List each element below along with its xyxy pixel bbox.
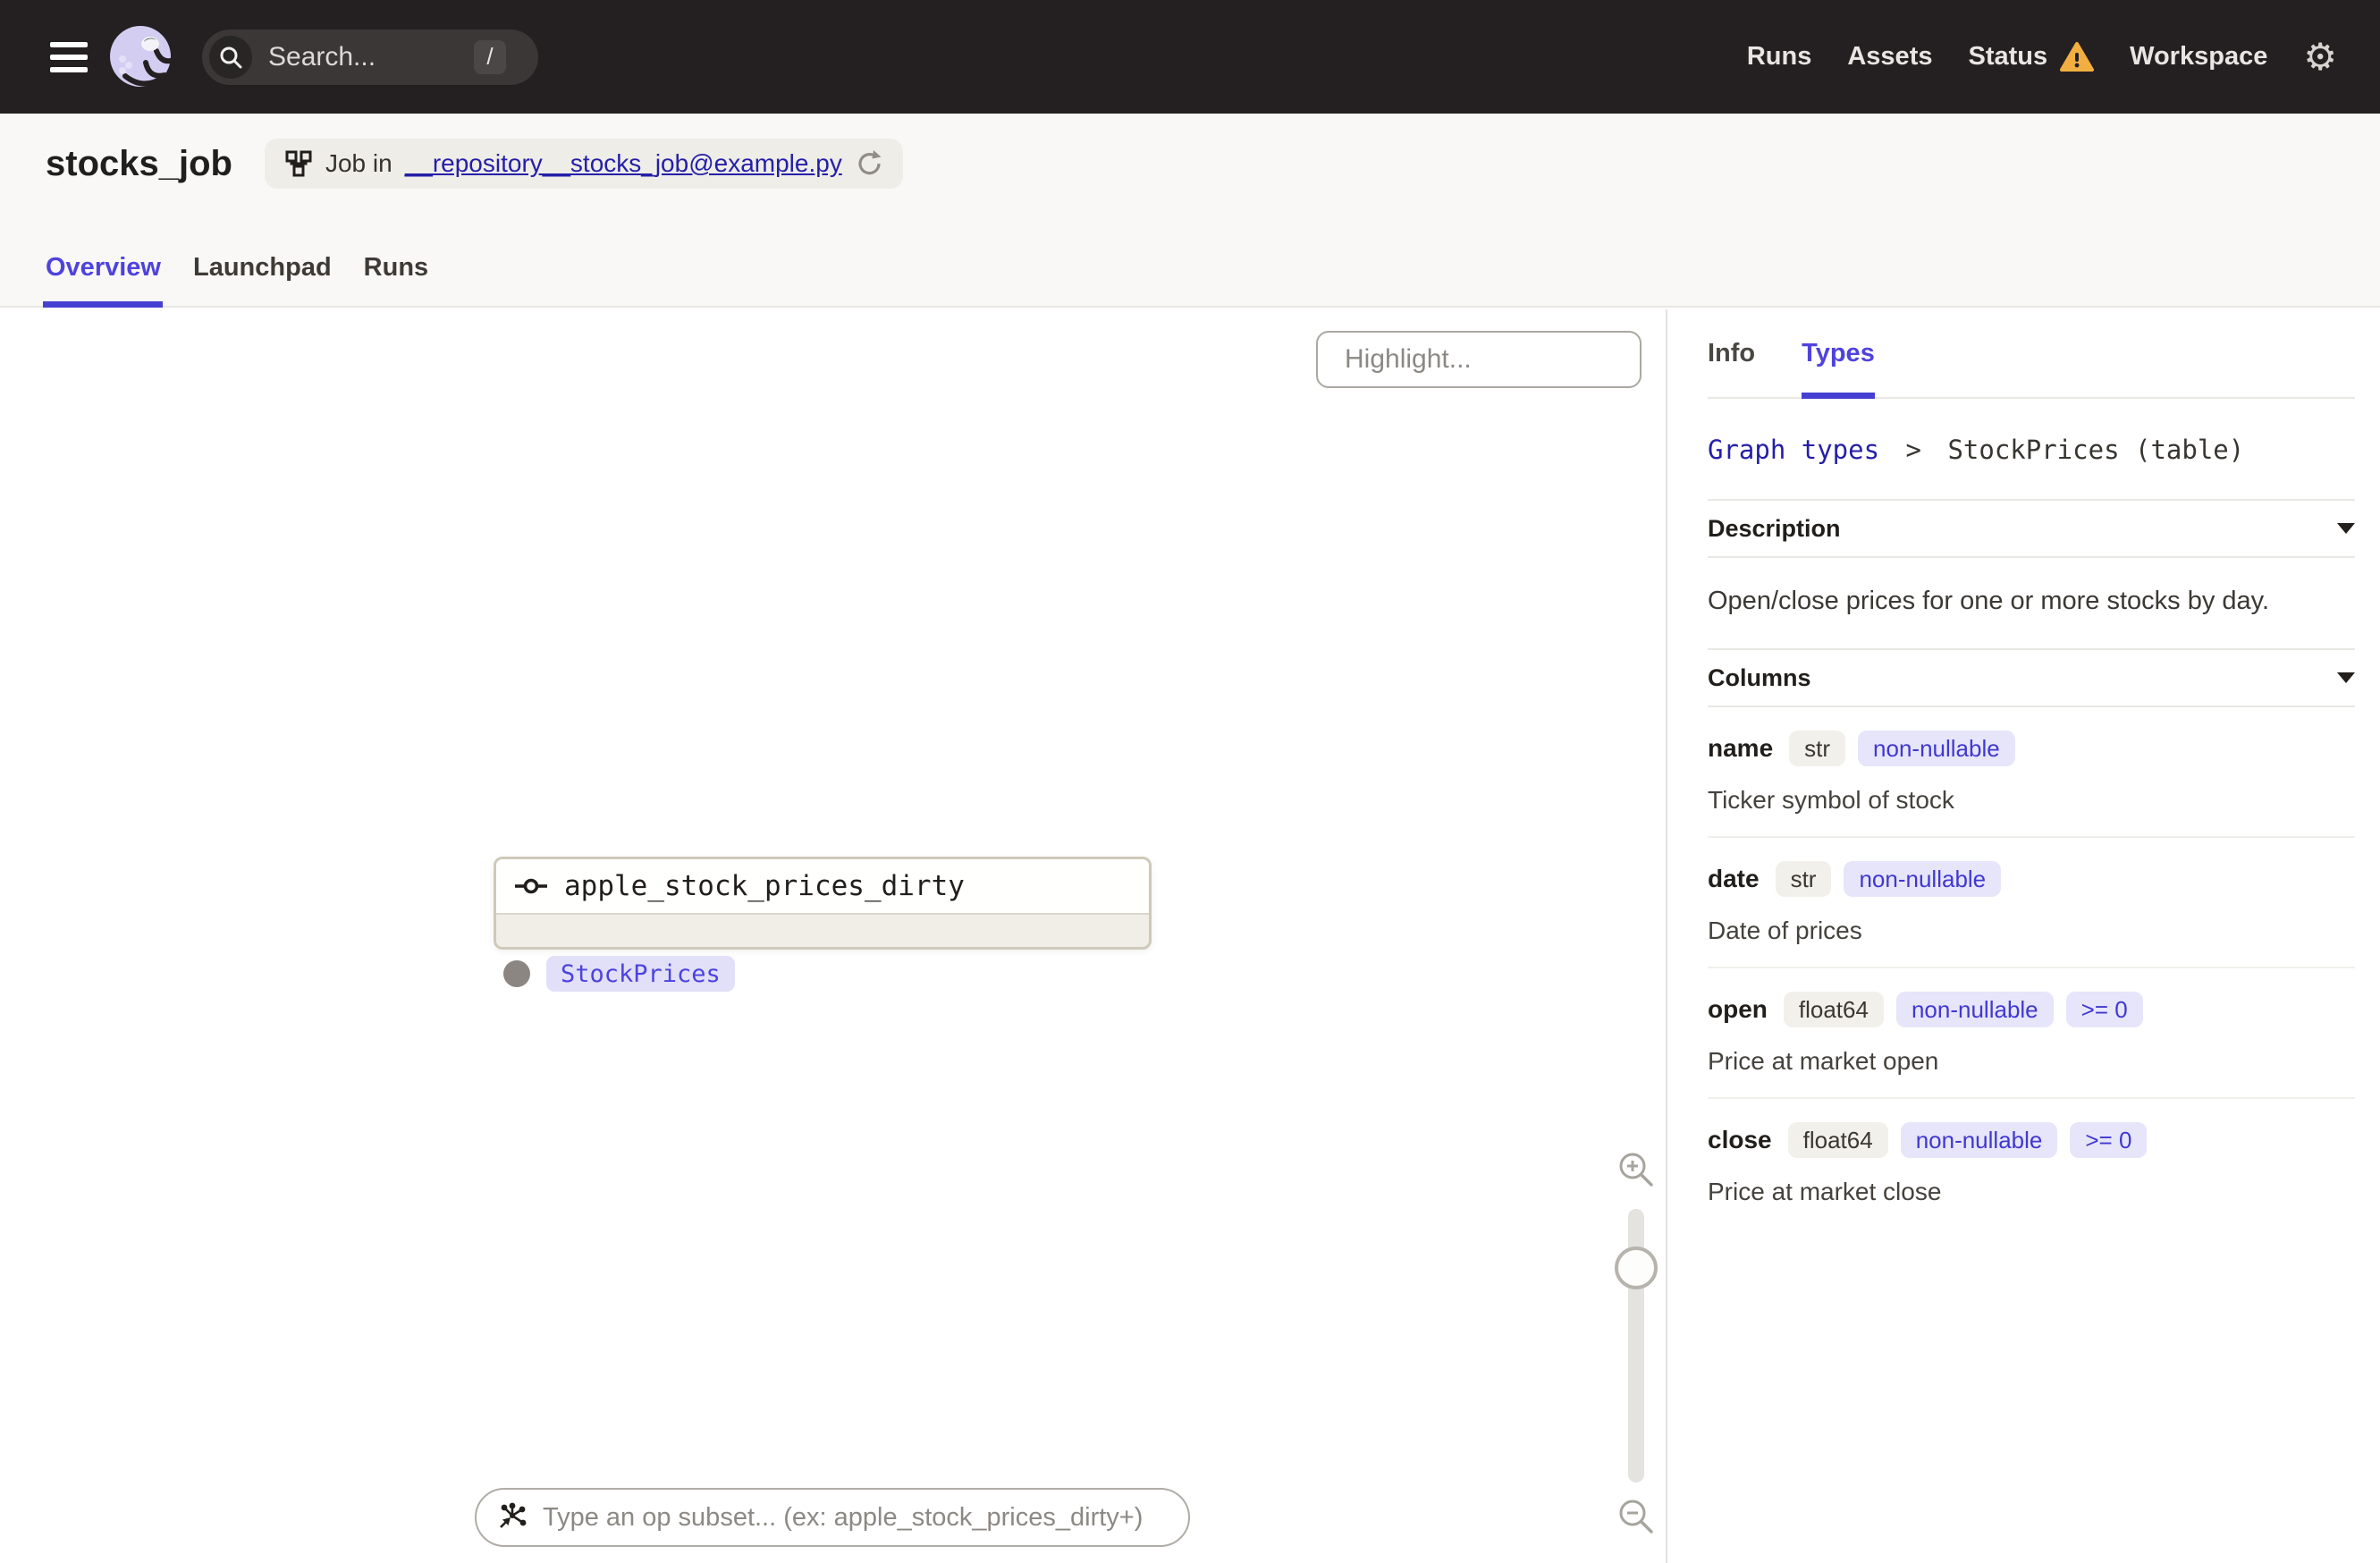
zoom-slider-knob[interactable] (1615, 1246, 1658, 1289)
op-graph-canvas[interactable]: apple_stock_prices_dirty StockPrices (0, 309, 1690, 1563)
dagster-app: / Runs Assets Status Workspace ⚙ stocks_… (0, 0, 2380, 1563)
column-constraint-badge: non-nullable (1900, 1122, 2058, 1158)
tab-launchpad[interactable]: Launchpad (193, 244, 332, 306)
column-constraint-badge: >= 0 (2065, 992, 2143, 1027)
column-row-open: open float64 non-nullable >= 0 Price at … (1708, 968, 2355, 1099)
column-row-name: name str non-nullable Ticker symbol of s… (1708, 707, 2355, 838)
job-graph-icon (285, 150, 312, 177)
description-text: Open/close prices for one or more stocks… (1708, 587, 2270, 615)
job-context-prefix: Job in (325, 149, 392, 177)
top-nav: / Runs Assets Status Workspace ⚙ (0, 0, 2380, 114)
breadcrumb-graph-types-link[interactable]: Graph types (1708, 435, 1879, 465)
column-constraint-badge: non-nullable (1844, 861, 2002, 897)
breadcrumb-current: StockPrices (table) (1947, 435, 2245, 465)
job-context-pill: Job in __repository__stocks_job@example.… (264, 139, 903, 189)
columns-title: Columns (1708, 663, 1811, 691)
warning-icon (2060, 41, 2095, 72)
chevron-down-icon (2337, 523, 2355, 534)
column-row-close: close float64 non-nullable >= 0 Price at… (1708, 1099, 2355, 1228)
nav-links: Runs Assets Status Workspace ⚙ (1747, 38, 2380, 76)
op-output-port (503, 960, 530, 987)
column-description: Ticker symbol of stock (1708, 786, 1954, 814)
search-input[interactable] (268, 41, 465, 72)
highlight-search (1316, 331, 1690, 388)
gear-icon[interactable]: ⚙ (2303, 38, 2337, 76)
op-icon (515, 878, 547, 894)
column-name: date (1708, 865, 1760, 892)
reload-icon[interactable] (855, 149, 883, 178)
column-type-badge: str (1775, 861, 1832, 897)
sidebar-tabs: Info Types (1708, 309, 2355, 399)
search-icon (209, 35, 252, 79)
dagster-logo-icon[interactable] (107, 23, 175, 91)
op-subset-filter (475, 1488, 1190, 1547)
tab-info[interactable]: Info (1708, 339, 1755, 397)
nav-item-status[interactable]: Status (1968, 41, 2095, 73)
breadcrumb: Graph types > StockPrices (table) (1708, 399, 2355, 499)
breadcrumb-separator: > (1905, 435, 1921, 465)
op-node-apple-stock-prices-dirty[interactable]: apple_stock_prices_dirty (494, 857, 1152, 950)
tab-runs[interactable]: Runs (364, 244, 429, 306)
zoom-in-icon[interactable] (1616, 1150, 1656, 1189)
op-selector-icon (500, 1502, 527, 1528)
nav-item-assets[interactable]: Assets (1847, 42, 1932, 72)
column-constraint-badge: non-nullable (1858, 731, 2015, 766)
global-search: / (202, 29, 538, 85)
nav-item-workspace[interactable]: Workspace (2130, 42, 2267, 72)
description-section-header[interactable]: Description (1708, 499, 2355, 558)
job-repository-link[interactable]: __repository__stocks_job@example.py (405, 149, 842, 178)
op-subset-input[interactable] (543, 1502, 1169, 1533)
slash-shortcut-key: / (474, 39, 506, 74)
highlight-input[interactable] (1345, 344, 1690, 375)
op-output-type-badge[interactable]: StockPrices (546, 956, 735, 992)
zoom-out-icon[interactable] (1616, 1497, 1656, 1536)
column-constraint-badge: non-nullable (1895, 992, 2054, 1027)
tab-overview[interactable]: Overview (43, 244, 163, 308)
column-description: Price at market close (1708, 1178, 1942, 1205)
column-name: close (1708, 1126, 1772, 1153)
type-sidebar: Info Types Graph types > StockPrices (ta… (1666, 309, 2380, 1563)
column-type-badge: float64 (1783, 992, 1884, 1027)
column-name: open (1708, 995, 1768, 1023)
page-header: stocks_job Job in __repository__stocks_j… (0, 114, 2380, 308)
column-row-date: date str non-nullable Date of prices (1708, 838, 2355, 968)
column-constraint-badge: >= 0 (2070, 1122, 2148, 1158)
job-tabs: Overview Launchpad Runs (43, 244, 429, 308)
page-title: stocks_job (46, 143, 232, 183)
column-type-badge: str (1789, 731, 1846, 766)
column-description: Price at market open (1708, 1047, 1939, 1075)
column-name: name (1708, 734, 1774, 762)
chevron-down-icon (2337, 672, 2355, 683)
nav-item-runs[interactable]: Runs (1747, 42, 1812, 72)
op-node-label: apple_stock_prices_dirty (564, 870, 965, 902)
column-type-badge: float64 (1787, 1122, 1888, 1158)
tab-types[interactable]: Types (1802, 339, 1875, 399)
description-title: Description (1708, 514, 1841, 542)
columns-section-header[interactable]: Columns (1708, 648, 2355, 707)
column-description: Date of prices (1708, 917, 1862, 944)
menu-icon[interactable] (50, 41, 88, 72)
